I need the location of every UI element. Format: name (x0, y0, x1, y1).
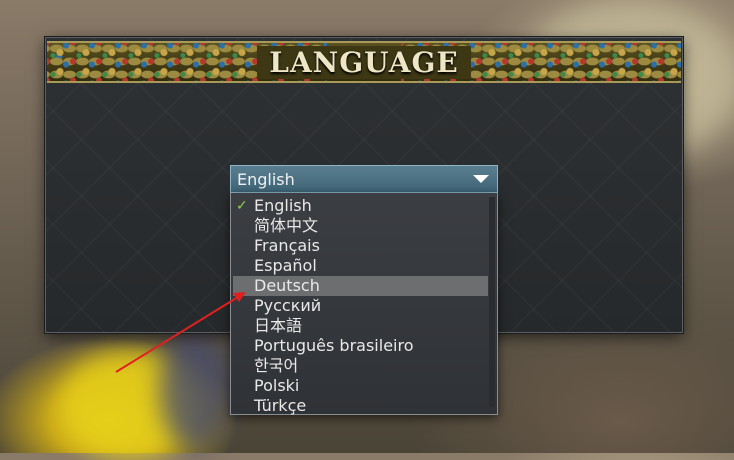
annotation-arrow-line (115, 296, 239, 373)
annotation-arrow-head (233, 292, 246, 302)
annotation-arrow (115, 292, 246, 373)
